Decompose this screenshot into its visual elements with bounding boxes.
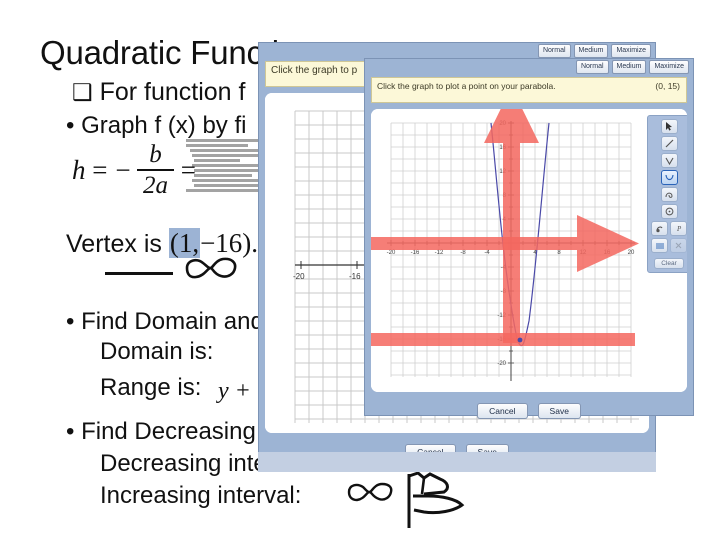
absolute-value-tool[interactable] <box>660 153 678 168</box>
dialog-front-instruction-text: Click the graph to plot a point on your … <box>377 81 556 91</box>
svg-text:-12: -12 <box>435 250 444 256</box>
dialog-front-save-button[interactable]: Save <box>537 403 581 419</box>
bullet-for-function: ❑ For function f <box>72 78 245 107</box>
svg-text:20: 20 <box>628 250 635 256</box>
bullet-find-domain-range: • Find Domain and <box>66 308 264 336</box>
vertex-formula: h = − b 2a = <box>72 142 197 198</box>
formula-denominator: 2a <box>142 172 168 199</box>
label-tool[interactable]: P <box>670 221 687 236</box>
drawing-tool-palette[interactable]: P Clear <box>647 115 687 273</box>
bullet-graph-label: Graph f (x) by fi <box>81 112 247 139</box>
formula-equals: = <box>90 154 109 185</box>
svg-text:-4: -4 <box>484 250 490 256</box>
tool-row-1: P <box>651 221 687 236</box>
delete-tool[interactable] <box>670 238 687 253</box>
square-bullet-icon: ❑ <box>72 79 93 105</box>
handwritten-dash <box>105 272 173 275</box>
svg-text:-20: -20 <box>387 250 396 256</box>
graph-dialog-front[interactable]: Normal Medium Maximize Click the graph t… <box>364 58 694 419</box>
formula-numerator: b <box>149 141 162 168</box>
domain-is-label: Domain is: <box>100 338 214 365</box>
range-math-expression: y + <box>218 378 251 404</box>
point-tool[interactable] <box>651 221 668 236</box>
bullet-for-function-label: For function f <box>99 78 246 106</box>
coordinate-readout: (0, 15) <box>655 81 680 91</box>
dialog-front-cancel-button[interactable]: Cancel <box>477 403 528 419</box>
dialog-front-titlebar[interactable]: Normal Medium Maximize <box>365 59 693 74</box>
dialog-back-size-buttons: Normal Medium Maximize <box>537 44 651 58</box>
dialog-back-titlebar[interactable]: Normal Medium Maximize <box>259 43 655 58</box>
parabola-tool[interactable] <box>660 170 678 185</box>
vertex-label: Vertex is <box>66 230 162 258</box>
dialog-front-size-buttons: Normal Medium Maximize <box>575 60 689 74</box>
dialog-front-instruction-bar: Click the graph to plot a point on your … <box>371 77 687 103</box>
svg-text:-16: -16 <box>349 272 361 281</box>
increasing-interval-label: Increasing interval: <box>100 482 302 509</box>
svg-text:P: P <box>676 225 682 233</box>
dialog-front-normal-button[interactable]: Normal <box>575 60 609 74</box>
pointer-tool[interactable] <box>660 119 678 134</box>
round-bullet-icon-2: • <box>66 308 75 335</box>
dialog-back-medium-button[interactable]: Medium <box>573 44 609 58</box>
find-domain-label: Find Domain and <box>81 308 264 335</box>
curve-tool[interactable] <box>660 187 678 202</box>
dialog-back-normal-button[interactable]: Normal <box>537 44 571 58</box>
find-decreasing-label: Find Decreasing <box>81 418 256 445</box>
clear-button[interactable]: Clear <box>654 258 684 269</box>
formula-lhs: h <box>72 154 86 185</box>
svg-text:-16: -16 <box>411 250 420 256</box>
screenshot-stage: Quadratic Functions ❑ For function f • G… <box>0 0 720 540</box>
dialog-front-footer: Cancel Save <box>365 398 693 424</box>
range-is-label: Range is: <box>100 374 202 401</box>
dialog-front-medium-button[interactable]: Medium <box>611 60 647 74</box>
circle-tool[interactable] <box>660 204 678 219</box>
svg-text:-8: -8 <box>460 250 466 256</box>
plotted-vertex-point <box>517 337 523 343</box>
round-bullet-icon-3: • <box>66 418 75 445</box>
line-tool[interactable] <box>660 136 678 151</box>
bullet-find-decreasing: • Find Decreasing <box>66 418 256 446</box>
handwritten-infinity-icon-2 <box>347 482 393 502</box>
svg-text:-20: -20 <box>293 272 305 281</box>
formula-fraction: b 2a <box>136 141 174 199</box>
dialog-back-footer-strip <box>258 452 656 472</box>
dialog-front-maximize-button[interactable]: Maximize <box>649 60 689 74</box>
svg-text:-20: -20 <box>497 361 506 367</box>
round-bullet-icon: • <box>66 112 75 139</box>
formula-equals-2: = <box>178 154 198 185</box>
handwritten-bracket-mark <box>407 471 465 528</box>
shade-tool[interactable] <box>651 238 668 253</box>
bullet-graph-line: • Graph f (x) by fi <box>66 112 246 140</box>
decreasing-interval-label: Decreasing inter <box>100 450 275 477</box>
dialog-front-graph-panel[interactable]: -20-16-12 -8-4 4812 1620 <box>371 109 687 392</box>
main-graph-canvas[interactable]: -20-16-12 -8-4 4812 1620 <box>371 109 687 392</box>
dialog-back-maximize-button[interactable]: Maximize <box>611 44 651 58</box>
handwritten-infinity-icon <box>185 257 237 279</box>
dialog-back-instruction-text: Click the graph to p <box>271 65 358 76</box>
tool-row-2 <box>651 238 687 253</box>
formula-minus: − <box>113 154 132 185</box>
